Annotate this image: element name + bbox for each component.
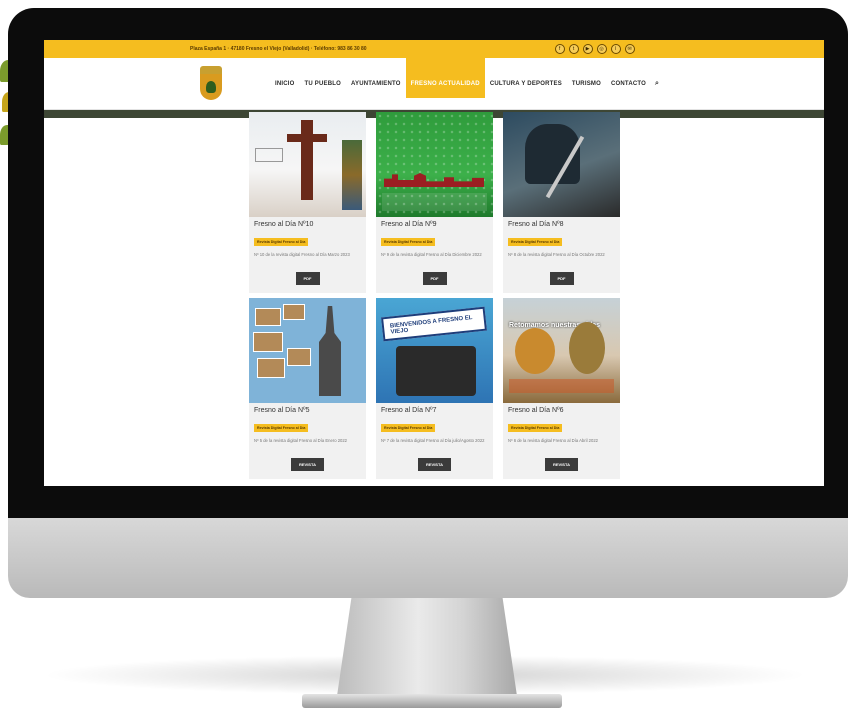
instagram-icon[interactable]: ◎ [596, 44, 607, 54]
shield-icon [200, 74, 222, 100]
cross-bar [287, 134, 327, 142]
menu-item-contacto[interactable]: CONTACTO [606, 58, 651, 110]
cover-tree [569, 322, 605, 374]
card-description: Nº 10 de la revista digital Fresno al Dí… [254, 252, 350, 257]
social-links: f t ▶ ◎ ⌇ ✉ [554, 44, 635, 54]
cover-photo [287, 348, 311, 366]
email-icon[interactable]: ✉ [624, 44, 635, 54]
card-title[interactable]: Fresno al Día Nº10 [249, 217, 366, 230]
magazine-cover-image[interactable]: BIENVENIDOS A FRESNO EL VIEJO [376, 298, 493, 403]
menu-item-inicio[interactable]: INICIO [270, 58, 300, 110]
town-coat-of-arms-logo[interactable] [200, 66, 222, 100]
card-description: Nº 7 de la revista digital Fresno al Día… [381, 438, 485, 443]
card-title[interactable]: Fresno al Día Nº7 [376, 403, 493, 416]
cover-headline: BIENVENIDOS A FRESNO EL VIEJO [389, 314, 473, 336]
tree-icon [206, 81, 216, 93]
magazine-cover-image[interactable] [376, 112, 493, 217]
cover-photo [255, 308, 281, 326]
category-badge[interactable]: Revista Digital Fresno al Día [381, 424, 436, 432]
magazine-cover-image[interactable]: Retomamos nuestras vidas [503, 298, 620, 403]
magazine-cover-image[interactable] [249, 298, 366, 403]
cover-tower [319, 306, 341, 396]
card-title[interactable]: Fresno al Día Nº6 [503, 403, 620, 416]
card-description: Nº 8 de la revista digital Fresno al Día… [508, 252, 605, 257]
twitter-icon[interactable]: t [568, 44, 579, 54]
menu-item-tu-pueblo[interactable]: TU PUEBLO [300, 58, 346, 110]
magazine-cover-image[interactable] [503, 112, 620, 217]
menu-bar: INICIO TU PUEBLO AYUNTAMIENTO FRESNO ACT… [270, 58, 659, 110]
category-badge[interactable]: Revista Digital Fresno al Día [508, 238, 563, 246]
magazine-card: Retomamos nuestras vidas Fresno al Día N… [503, 298, 620, 479]
magazine-cover-image[interactable] [249, 112, 366, 217]
cover-banner: BIENVENIDOS A FRESNO EL VIEJO [381, 306, 487, 342]
card-title[interactable]: Fresno al Día Nº9 [376, 217, 493, 230]
pdf-button[interactable]: PDF [549, 272, 574, 285]
cross-shape [301, 120, 313, 200]
cover-sign [255, 148, 283, 162]
menu-item-turismo[interactable]: TURISMO [567, 58, 606, 110]
card-description: Nº 5 de la revista digital Fresno al Día… [254, 438, 348, 443]
contact-address: Plaza España 1 · 47180 Fresno el Viejo (… [190, 46, 367, 52]
menu-item-ayuntamiento[interactable]: AYUNTAMIENTO [346, 58, 406, 110]
category-badge[interactable]: Revista Digital Fresno al Día [254, 238, 309, 246]
facebook-icon[interactable]: f [554, 44, 565, 54]
cover-photo [257, 358, 285, 378]
monitor-chin [8, 518, 848, 598]
crown-icon [200, 66, 222, 74]
pdf-button[interactable]: PDF [422, 272, 447, 285]
card-title[interactable]: Fresno al Día Nº5 [249, 403, 366, 416]
cover-text-block [382, 193, 487, 211]
magazine-card: Fresno al Día Nº9 Revista Digital Fresno… [376, 112, 493, 293]
pdf-button[interactable]: PDF [295, 272, 320, 285]
cover-photo [283, 304, 305, 320]
rss-icon[interactable]: ⌇ [610, 44, 621, 54]
website-screen: Plaza España 1 · 47180 Fresno el Viejo (… [44, 40, 824, 486]
cover-film-reel [396, 346, 476, 396]
menu-item-fresno-actualidad[interactable]: FRESNO ACTUALIDAD [405, 58, 485, 98]
magazine-card: Fresno al Día Nº8 Revista Digital Fresno… [503, 112, 620, 293]
revista-button[interactable]: REVISTA [544, 458, 579, 471]
card-title[interactable]: Fresno al Día Nº8 [503, 217, 620, 230]
cover-photo [253, 332, 283, 352]
magazine-card: Fresno al Día Nº10 Revista Digital Fresn… [249, 112, 366, 293]
main-navigation: INICIO TU PUEBLO AYUNTAMIENTO FRESNO ACT… [44, 58, 824, 110]
search-icon[interactable]: ⌕ [655, 80, 659, 88]
category-badge[interactable]: Revista Digital Fresno al Día [381, 238, 436, 246]
revista-button[interactable]: REVISTA [290, 458, 325, 471]
magazine-card: BIENVENIDOS A FRESNO EL VIEJO Fresno al … [376, 298, 493, 479]
magazine-card: Fresno al Día Nº5 Revista Digital Fresno… [249, 298, 366, 479]
menu-item-cultura-deportes[interactable]: CULTURA Y DEPORTES [485, 58, 567, 110]
category-badge[interactable]: Revista Digital Fresno al Día [508, 424, 563, 432]
imac-mockup: Plaza España 1 · 47180 Fresno el Viejo (… [0, 0, 848, 713]
monitor-stand [337, 598, 517, 696]
cover-ribbon [509, 379, 614, 393]
youtube-icon[interactable]: ▶ [582, 44, 593, 54]
card-description: Nº 6 de la revista digital Fresno al Día… [508, 438, 598, 443]
cover-photo-strip [342, 140, 362, 210]
cover-tree [515, 328, 555, 374]
card-description: Nº 9 de la revista digital Fresno al Día… [381, 252, 482, 257]
monitor-foot [302, 694, 562, 708]
top-info-bar: Plaza España 1 · 47180 Fresno el Viejo (… [44, 40, 824, 58]
revista-button[interactable]: REVISTA [417, 458, 452, 471]
category-badge[interactable]: Revista Digital Fresno al Día [254, 424, 309, 432]
